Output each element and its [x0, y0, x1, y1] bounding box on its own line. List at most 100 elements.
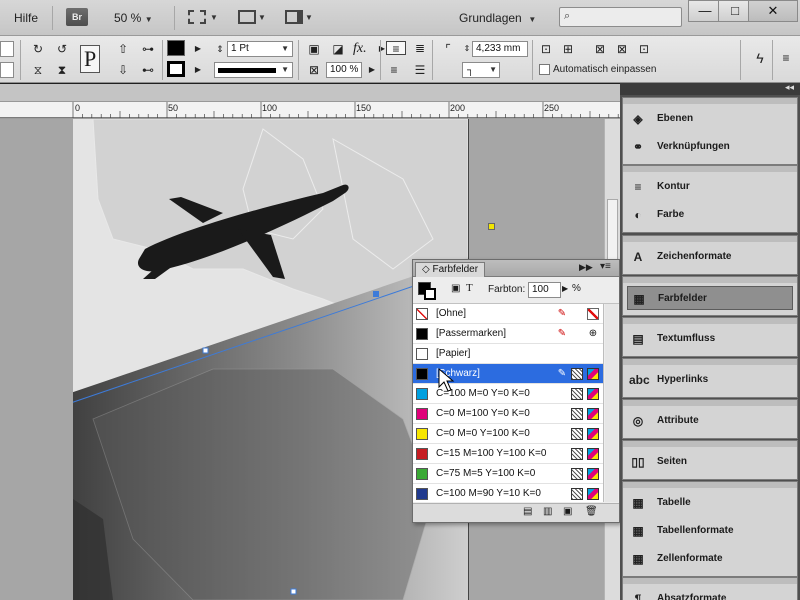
chevron-right-icon[interactable]: ▶ [190, 42, 206, 56]
dock-group-grip[interactable] [623, 482, 797, 488]
expand-dock-icon[interactable]: ◂◂ [785, 82, 794, 93]
corner-shape-select[interactable]: ┐ ▼ [462, 62, 500, 78]
panel-menu-icon[interactable]: ▾≡ [600, 261, 611, 272]
swatches-scrollbar[interactable] [605, 304, 618, 502]
drop-shadow-icon[interactable]: ▣ [306, 42, 322, 56]
horizontal-ruler[interactable]: 0 50 100 150 200 250 [0, 102, 620, 118]
text-frame-options-icon[interactable]: ≡ [386, 63, 402, 77]
select-content-icon[interactable]: ⇩ [115, 63, 131, 77]
tint-field[interactable]: 100 [528, 282, 561, 298]
dock-group-grip[interactable] [623, 277, 797, 283]
new-swatch-page-icon[interactable]: ▣ [563, 506, 572, 517]
stroke-type-select[interactable]: ▼ [214, 62, 293, 78]
dock-item-table-styles[interactable]: ▦ Tabellenformate [627, 519, 793, 543]
new-color-group-icon[interactable]: ▥ [543, 506, 552, 517]
swatch-row[interactable]: C=15 M=100 Y=100 K=0 [413, 444, 603, 464]
dock-item-pages[interactable]: ▯▯ Seiten [627, 450, 793, 474]
corner-size-field[interactable]: 4,233 mm [472, 41, 528, 57]
swatch-row[interactable]: C=0 M=0 Y=100 K=0 [413, 424, 603, 444]
dock-item-layers[interactable]: ◈ Ebenen [627, 107, 793, 131]
dock-item-stroke[interactable]: ≡ Kontur [627, 175, 793, 199]
dock-item-text-wrap[interactable]: ▤ Textumfluss [627, 327, 793, 351]
restore-button[interactable]: □ [718, 0, 752, 22]
swatch-row[interactable]: C=0 M=100 Y=0 K=0 [413, 404, 603, 424]
select-previous-icon[interactable]: ⊷ [140, 63, 156, 77]
workspace-switcher[interactable]: Grundlagen ▼ [459, 0, 536, 36]
swatch-row[interactable]: C=100 M=90 Y=10 K=0 [413, 484, 603, 502]
swatches-list[interactable]: [Ohne] ✎ [Passermarken] ✎ ⊕ [Papier] [Schwarz]… [413, 304, 604, 502]
search-input[interactable]: ⌕ [559, 7, 682, 27]
align-left-icon[interactable]: ≡ [386, 41, 406, 56]
gradient-handle[interactable] [488, 223, 495, 230]
chevron-down-icon[interactable]: ▼ [258, 13, 266, 22]
dock-item-attributes[interactable]: ◎ Attribute [627, 409, 793, 433]
chevron-right-icon[interactable]: ▶ [190, 63, 206, 77]
center-content-icon[interactable]: ⊠ [592, 42, 608, 56]
bridge-button[interactable]: Br [66, 8, 88, 26]
quick-apply-icon[interactable]: ϟ [752, 51, 768, 65]
view-options-icon[interactable] [188, 10, 206, 24]
dock-group-grip[interactable] [623, 236, 797, 242]
swatch-row[interactable]: [Papier] [413, 344, 603, 364]
dock-item-paragraph-styles[interactable]: ¶ Absatzformate [627, 587, 793, 600]
screen-mode-icon[interactable] [238, 10, 256, 24]
anchor-point-selected[interactable] [373, 291, 379, 297]
new-swatch-icon[interactable]: ▤ [523, 506, 532, 517]
swatch-row[interactable]: [Ohne] ✎ [413, 304, 603, 324]
stepper-icon[interactable]: ⇕ [212, 42, 228, 56]
dock-item-swatches[interactable]: ▦ Farbfelder [627, 286, 793, 310]
fill-proportionally-icon[interactable]: ⊡ [636, 42, 652, 56]
fit-frame-to-content-icon[interactable]: ⊞ [560, 42, 576, 56]
flip-vertical-icon[interactable]: ⧗ [54, 63, 70, 77]
fill-swatch[interactable] [167, 40, 185, 56]
formatting-text-icon[interactable]: T [466, 282, 473, 294]
dock-item-hyperlinks[interactable]: abc Hyperlinks [627, 368, 793, 392]
anchor-point[interactable] [202, 347, 209, 354]
close-button[interactable]: ✕ [748, 0, 798, 22]
formatting-container-icon[interactable]: ▣ [451, 283, 460, 294]
justify-icon[interactable]: ☰ [412, 63, 428, 77]
chevron-down-icon[interactable]: ▼ [210, 13, 218, 22]
dock-item-cell-styles[interactable]: ▦ Zellenformate [627, 547, 793, 571]
zoom-level[interactable]: 50 % ▼ [114, 0, 153, 36]
opacity-icon[interactable]: ◪ [330, 42, 346, 56]
panel-menu-icon[interactable]: ≡ [778, 51, 794, 65]
reference-point-field[interactable] [0, 62, 14, 78]
swatch-row[interactable]: [Passermarken] ✎ ⊕ [413, 324, 603, 344]
flip-horizontal-icon[interactable]: ⧖ [30, 63, 46, 77]
reference-point-field[interactable] [0, 41, 14, 57]
dock-group-grip[interactable] [623, 98, 797, 104]
corner-options-icon[interactable]: ⌜ [440, 42, 456, 56]
chevron-right-icon[interactable]: ▶ [562, 284, 568, 293]
fit-proportionally-icon[interactable]: ⊠ [614, 42, 630, 56]
dock-group-grip[interactable] [623, 318, 797, 324]
dock-item-links[interactable]: ⚭ Verknüpfungen [627, 135, 793, 159]
dock-group-grip[interactable] [623, 400, 797, 406]
stroke-swatch[interactable] [167, 61, 185, 77]
anchor-point[interactable] [290, 588, 297, 595]
page[interactable] [73, 119, 468, 600]
opacity-settings-icon[interactable]: ⊠ [306, 63, 322, 77]
chevron-right-icon[interactable]: ▶ [364, 63, 380, 77]
scale-field[interactable]: 100 % [326, 62, 362, 78]
fit-content-to-frame-icon[interactable]: ⊡ [538, 42, 554, 56]
chevron-down-icon[interactable]: ▼ [305, 13, 313, 22]
swatch-row[interactable]: C=75 M=5 Y=100 K=0 [413, 464, 603, 484]
align-center-icon[interactable]: ≣ [412, 41, 428, 55]
menu-help[interactable]: Hilfe [14, 0, 38, 36]
collapse-panel-icon[interactable]: ▶▶ [579, 262, 593, 273]
stroke-weight-field[interactable]: 1 Pt ▼ [227, 41, 293, 57]
dock-item-color[interactable]: ◐ Farbe [627, 203, 793, 227]
dock-item-table[interactable]: ▦ Tabelle [627, 491, 793, 515]
arrange-documents-icon[interactable] [285, 10, 303, 24]
select-container-icon[interactable]: ⇧ [115, 42, 131, 56]
rotate-ccw-icon[interactable]: ↺ [54, 42, 70, 56]
minimize-button[interactable]: — [688, 0, 722, 22]
dock-item-character-styles[interactable]: A Zeichenformate [627, 245, 793, 269]
effects-icon[interactable]: fx. [353, 41, 367, 57]
trash-icon[interactable]: 🗑 [585, 506, 598, 517]
stroke-indicator[interactable] [424, 288, 436, 300]
tab-swatches[interactable]: ◇ Farbfelder [415, 262, 486, 277]
rotate-cw-icon[interactable]: ↻ [30, 42, 46, 56]
world-map-image[interactable] [73, 119, 468, 600]
